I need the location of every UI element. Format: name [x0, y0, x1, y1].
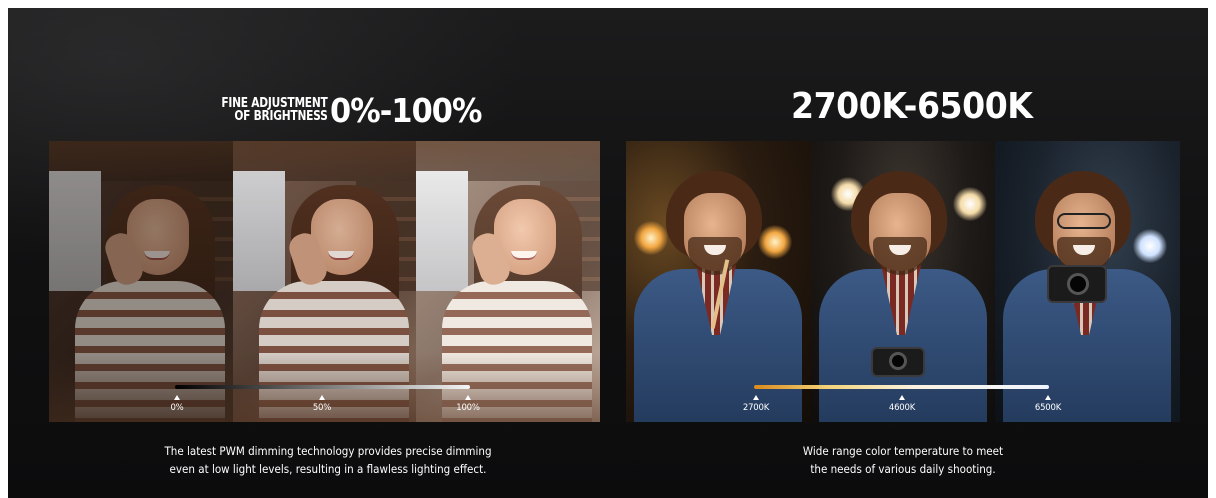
brightness-tick-label: 100%	[456, 403, 480, 413]
temperature-tick-label: 2700K	[742, 403, 770, 413]
brightness-caption-line1: The latest PWM dimming technology provid…	[164, 444, 492, 458]
color-temperature-caption-line1: Wide range color temperature to meet	[802, 444, 1004, 458]
color-temperature-heading: 2700K-6500K	[791, 86, 1033, 127]
brightness-tick-100: 100%	[438, 395, 498, 413]
camera-icon	[1047, 265, 1107, 303]
triangle-marker-icon	[899, 395, 905, 400]
glasses-icon	[1057, 213, 1111, 229]
light-icon	[953, 187, 987, 221]
brightness-tick-label: 50%	[312, 403, 332, 413]
woman-photo-medium	[233, 141, 416, 422]
color-temperature-photo-strip	[626, 141, 1180, 422]
brightness-heading-small: FINE ADJUSTMENT OF BRIGHTNESS	[221, 97, 327, 123]
brightness-caption-line2: even at low light levels, resulting in a…	[169, 462, 487, 476]
temperature-tick-label: 6500K	[1034, 403, 1062, 413]
brightness-caption: The latest PWM dimming technology provid…	[126, 442, 531, 478]
temperature-tick-4600k: 4600K	[872, 395, 932, 413]
brightness-photo-strip	[49, 141, 600, 422]
color-temperature-caption-line2: the needs of various daily shooting.	[810, 462, 996, 476]
triangle-marker-icon	[465, 395, 471, 400]
light-icon	[758, 225, 792, 259]
color-temperature-gradient-bar	[754, 385, 1049, 389]
temperature-tick-2700k: 2700K	[726, 395, 786, 413]
camera-icon	[871, 347, 925, 377]
triangle-marker-icon	[319, 395, 325, 400]
product-banner: FINE ADJUSTMENT OF BRIGHTNESS 0%-100% 27…	[8, 8, 1208, 498]
triangle-marker-icon	[1045, 395, 1051, 400]
brightness-tick-50: 50%	[292, 395, 352, 413]
brightness-range: 0%-100%	[329, 90, 482, 130]
temperature-tick-label: 4600K	[888, 403, 916, 413]
light-icon	[1133, 229, 1167, 263]
triangle-marker-icon	[174, 395, 180, 400]
light-icon	[634, 221, 668, 255]
woman-photo-dim	[49, 141, 233, 422]
brightness-heading: FINE ADJUSTMENT OF BRIGHTNESS 0%-100%	[198, 88, 494, 132]
brightness-gradient-bar	[175, 385, 470, 389]
brightness-tick-0: 0%	[147, 395, 207, 413]
brightness-tick-label: 0%	[170, 403, 184, 413]
man-photo-neutral	[811, 141, 995, 422]
triangle-marker-icon	[753, 395, 759, 400]
color-temperature-caption: Wide range color temperature to meet the…	[746, 442, 1061, 478]
man-photo-cool	[995, 141, 1180, 422]
brightness-heading-line2: OF BRIGHTNESS	[234, 109, 328, 124]
temperature-tick-6500k: 6500K	[1018, 395, 1078, 413]
woman-photo-bright	[416, 141, 600, 422]
man-photo-warm	[626, 141, 811, 422]
